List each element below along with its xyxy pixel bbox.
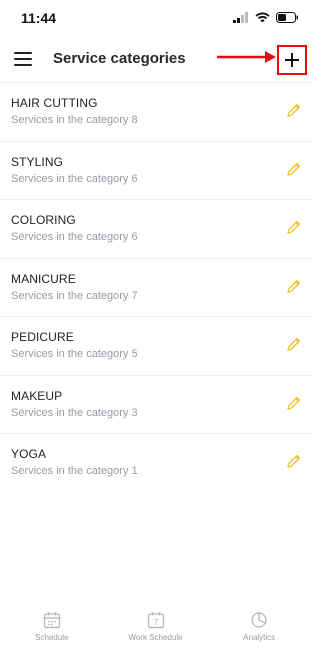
bottom-tab-bar: Schedule 7 Work Schedule Analytics [0, 606, 311, 656]
tab-label: Schedule [35, 633, 69, 642]
category-name: MANICURE [11, 271, 76, 286]
category-count: Services in the category 3 [11, 406, 138, 419]
category-row[interactable]: COLORING Services in the category 6 [0, 199, 311, 258]
annotation-arrow-icon [217, 51, 276, 63]
category-count: Services in the category 5 [11, 348, 138, 360]
category-count: Services in the category 7 [11, 289, 138, 302]
category-row[interactable]: PEDICURE Services in the category 5 [0, 316, 311, 375]
status-time: 11:44 [21, 10, 57, 26]
category-name: MAKEUP [11, 388, 63, 403]
category-name: STYLING [11, 154, 64, 169]
edit-pencil-icon[interactable] [286, 395, 302, 411]
category-name: PEDICURE [11, 330, 74, 344]
wifi-icon [255, 12, 270, 23]
status-icons [233, 12, 299, 23]
category-count: Services in the category 6 [11, 231, 138, 243]
edit-pencil-icon[interactable] [286, 453, 302, 469]
category-row[interactable]: HAIR CUTTING Services in the category 8 [0, 82, 311, 141]
status-bar: 11:44 [0, 0, 311, 36]
hamburger-menu-icon[interactable] [14, 52, 32, 66]
category-name: YOGA [11, 447, 47, 461]
category-row[interactable]: MAKEUP Services in the category 3 [0, 374, 311, 434]
battery-icon [276, 12, 298, 23]
edit-pencil-icon[interactable] [286, 161, 302, 177]
tab-label: Work Schedule [128, 633, 183, 642]
edit-pencil-icon[interactable] [286, 278, 302, 294]
tab-label: Analytics [243, 633, 276, 642]
tab-work-schedule[interactable]: 7 Work Schedule [104, 606, 208, 656]
category-count: Services in the category 6 [11, 172, 138, 185]
edit-pencil-icon[interactable] [286, 102, 302, 118]
tab-schedule[interactable]: Schedule [0, 606, 104, 656]
category-list: HAIR CUTTING Services in the category 8 … [0, 82, 311, 492]
category-name: HAIR CUTTING [11, 96, 98, 110]
app-header: Service categories [0, 40, 311, 80]
calendar-icon [43, 612, 60, 629]
category-row[interactable]: STYLING Services in the category 6 [0, 140, 311, 200]
svg-text:7: 7 [153, 618, 158, 627]
edit-pencil-icon[interactable] [286, 336, 302, 352]
page-title: Service categories [53, 50, 186, 67]
category-row[interactable]: MANICURE Services in the category 7 [0, 257, 311, 317]
calendar-7-icon: 7 [147, 612, 164, 629]
category-count: Services in the category 1 [11, 465, 138, 477]
signal-icon [233, 12, 248, 23]
add-category-button[interactable] [277, 45, 307, 75]
category-name: COLORING [11, 213, 76, 227]
pie-chart-icon [251, 612, 267, 628]
category-count: Services in the category 8 [11, 114, 138, 126]
edit-pencil-icon[interactable] [286, 219, 302, 235]
category-row[interactable]: YOGA Services in the category 1 [0, 433, 311, 492]
plus-icon [285, 53, 299, 67]
tab-analytics[interactable]: Analytics [207, 606, 311, 656]
